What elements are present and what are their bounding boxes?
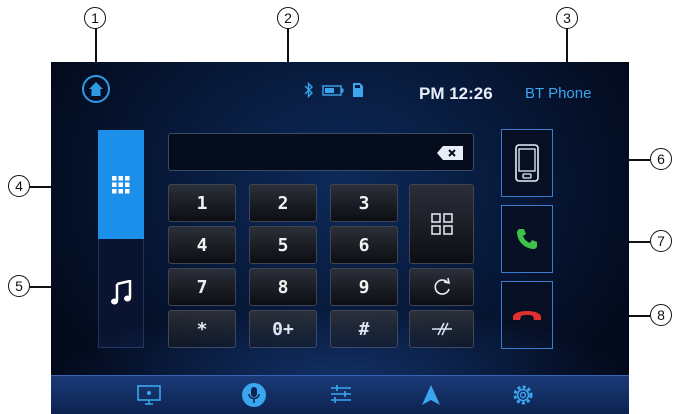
key-5[interactable]: 5 (249, 226, 317, 264)
status-bar: PM 12:26 BT Phone (51, 62, 629, 110)
screen-icon[interactable] (136, 384, 162, 406)
bottom-toolbar (51, 375, 629, 414)
music-tab[interactable] (98, 239, 144, 348)
callout-4: 4 (8, 175, 30, 197)
battery-icon (322, 85, 344, 96)
home-button[interactable] (82, 75, 110, 103)
backspace-icon[interactable] (437, 146, 463, 160)
equalizer-icon[interactable] (329, 384, 353, 406)
grid-button[interactable] (409, 184, 474, 264)
music-note-icon (111, 280, 132, 305)
delete-icon (431, 322, 452, 336)
redial-button[interactable] (409, 268, 474, 306)
home-icon (89, 82, 103, 96)
keypad-grid-icon (112, 175, 130, 193)
mic-icon[interactable] (241, 382, 267, 408)
hangup-button[interactable] (501, 281, 553, 349)
key-9[interactable]: 9 (330, 268, 398, 306)
hangup-icon (513, 311, 541, 320)
callout-2: 2 (277, 7, 299, 29)
side-tabs (98, 130, 144, 348)
bluetooth-icon (304, 82, 313, 98)
callout-6: 6 (650, 148, 672, 170)
callout-5: 5 (8, 275, 30, 297)
delete-button[interactable] (409, 310, 474, 348)
mobile-phone-icon (515, 144, 539, 182)
callout-8: 8 (650, 304, 672, 326)
call-buttons (501, 129, 553, 357)
callout-3: 3 (556, 7, 578, 29)
grid-icon (430, 213, 453, 235)
redial-icon (434, 277, 450, 295)
key-2[interactable]: 2 (249, 184, 317, 222)
number-display[interactable] (168, 133, 474, 171)
key-0-plus[interactable]: 0+ (249, 310, 317, 348)
callout-1: 1 (84, 7, 106, 29)
navigation-icon[interactable] (421, 384, 441, 406)
key-star[interactable]: * (168, 310, 236, 348)
phone-call-icon (517, 229, 537, 249)
mode-label: BT Phone (525, 85, 592, 102)
call-button[interactable] (501, 205, 553, 273)
keypad-tab[interactable] (98, 130, 144, 239)
status-icons (304, 82, 364, 98)
key-3[interactable]: 3 (330, 184, 398, 222)
callout-7: 7 (650, 230, 672, 252)
key-1[interactable]: 1 (168, 184, 236, 222)
head-unit-screen: PM 12:26 BT Phone 1 2 3 4 5 6 7 8 9 * 0+… (51, 62, 629, 414)
key-hash[interactable]: # (330, 310, 398, 348)
dial-keypad: 1 2 3 4 5 6 7 8 9 * 0+ # (168, 184, 398, 348)
function-keys (409, 184, 474, 348)
clock: PM 12:26 (419, 84, 493, 103)
settings-icon[interactable] (511, 383, 535, 407)
key-7[interactable]: 7 (168, 268, 236, 306)
sd-card-icon (353, 83, 363, 97)
key-6[interactable]: 6 (330, 226, 398, 264)
phone-transfer-button[interactable] (501, 129, 553, 197)
key-4[interactable]: 4 (168, 226, 236, 264)
key-8[interactable]: 8 (249, 268, 317, 306)
